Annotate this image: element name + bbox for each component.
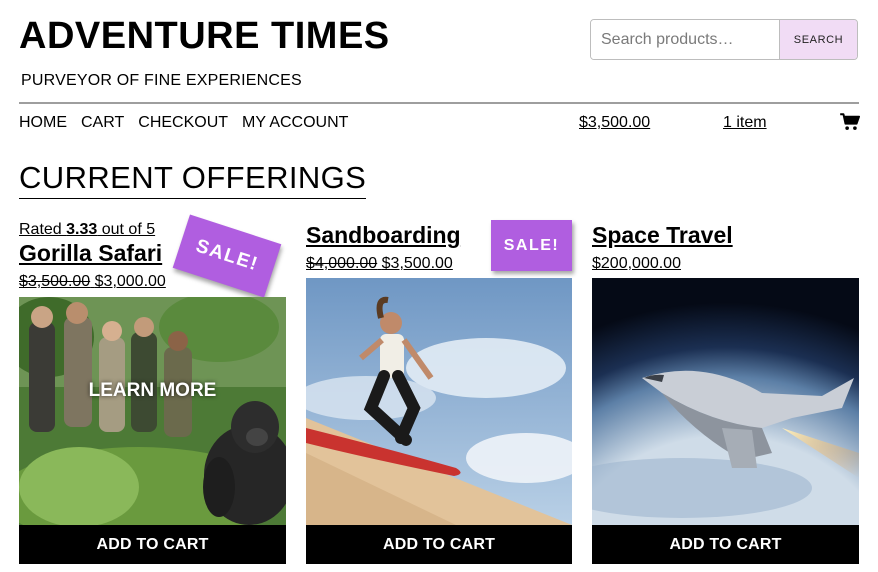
- search-form: SEARCH: [590, 19, 858, 60]
- sale-price: $3,500.00: [381, 255, 453, 272]
- nav-item-my-account[interactable]: MY ACCOUNT: [242, 114, 348, 132]
- product-price: $4,000.00 $3,500.00: [306, 255, 453, 273]
- product-title-gorilla-safari[interactable]: Gorilla Safari: [19, 239, 162, 267]
- cart-count-link[interactable]: 1 item: [723, 114, 767, 132]
- product-price: $200,000.00: [592, 255, 681, 273]
- add-to-cart-button[interactable]: ADD TO CART: [19, 525, 286, 564]
- original-price: $3,500.00: [19, 273, 91, 290]
- product-title-space-travel[interactable]: Space Travel: [592, 221, 733, 249]
- product-title-sandboarding[interactable]: Sandboarding: [306, 221, 461, 249]
- product-image-space-travel[interactable]: [592, 278, 859, 525]
- original-price: $4,000.00: [306, 255, 378, 272]
- search-button[interactable]: SEARCH: [779, 20, 857, 59]
- cart-icon[interactable]: [840, 113, 860, 131]
- product-image-gorilla-safari[interactable]: [19, 297, 286, 525]
- sale-badge: SALE!: [172, 214, 282, 298]
- nav-item-cart[interactable]: CART: [81, 114, 124, 132]
- nav-item-checkout[interactable]: CHECKOUT: [138, 114, 228, 132]
- sale-badge: SALE!: [491, 220, 572, 271]
- nav-item-home[interactable]: HOME: [19, 114, 67, 132]
- site-tagline: PURVEYOR OF FINE EXPERIENCES: [21, 72, 302, 89]
- section-title: CURRENT OFFERINGS: [19, 159, 367, 199]
- sale-price: $3,000.00: [94, 273, 166, 290]
- product-price: $3,500.00 $3,000.00: [19, 273, 166, 291]
- add-to-cart-button[interactable]: ADD TO CART: [306, 525, 572, 564]
- product-rating[interactable]: Rated 3.33 out of 5: [19, 221, 155, 239]
- search-input[interactable]: [591, 20, 779, 59]
- header-divider: [19, 102, 859, 104]
- learn-more-overlay[interactable]: LEARN MORE: [19, 380, 286, 402]
- cart-total-link[interactable]: $3,500.00: [579, 114, 650, 132]
- sale-price: $200,000.00: [592, 255, 681, 272]
- main-nav: HOME CART CHECKOUT MY ACCOUNT: [19, 114, 362, 132]
- site-title[interactable]: ADVENTURE TIMES: [19, 14, 390, 58]
- add-to-cart-button[interactable]: ADD TO CART: [592, 525, 859, 564]
- product-image-sandboarding[interactable]: [306, 278, 572, 525]
